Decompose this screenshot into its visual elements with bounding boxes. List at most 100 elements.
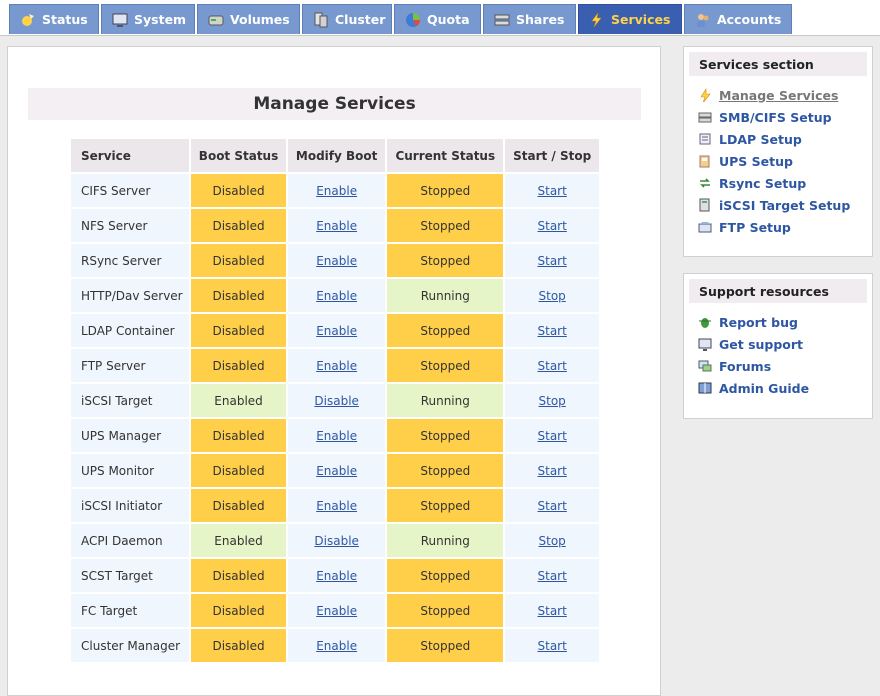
services-link-iscsi-target-setup[interactable]: iSCSI Target Setup <box>698 194 872 216</box>
services-link-manage-services[interactable]: Manage Services <box>698 84 872 106</box>
start-stop-link[interactable]: Start <box>538 604 567 618</box>
boot-status: Disabled <box>191 454 287 487</box>
quota-icon <box>406 12 420 27</box>
start-stop-link[interactable]: Start <box>538 639 567 653</box>
boot-status: Disabled <box>191 419 287 452</box>
tab-cluster[interactable]: Cluster <box>302 4 392 34</box>
tab-shares[interactable]: Shares <box>483 4 576 34</box>
modify-boot-link[interactable]: Enable <box>316 254 357 268</box>
top-tab-bar: Status System Volumes Cluster Quota Shar… <box>0 0 880 36</box>
start-stop-link[interactable]: Stop <box>539 289 566 303</box>
column-header-current-status: Current Status <box>387 139 504 172</box>
modify-boot-link[interactable]: Enable <box>316 604 357 618</box>
start-stop-cell: Start <box>505 349 599 382</box>
modify-boot-link[interactable]: Enable <box>316 464 357 478</box>
table-row: UPS Monitor Disabled Enable Stopped Start <box>71 454 599 487</box>
support-link-forums[interactable]: Forums <box>698 355 872 377</box>
services-link-rsync-setup[interactable]: Rsync Setup <box>698 172 872 194</box>
services-link-ldap-setup[interactable]: LDAP Setup <box>698 128 872 150</box>
start-stop-link[interactable]: Start <box>538 429 567 443</box>
current-status: Stopped <box>387 349 504 382</box>
modify-boot-cell: Enable <box>288 629 386 662</box>
table-row: iSCSI Initiator Disabled Enable Stopped Star… <box>71 489 599 522</box>
tab-status[interactable]: Status <box>9 4 99 34</box>
ups-icon <box>699 155 710 168</box>
modify-boot-link[interactable]: Disable <box>314 394 359 408</box>
modify-boot-link[interactable]: Enable <box>316 219 357 233</box>
column-header-start-stop: Start / Stop <box>505 139 599 172</box>
start-stop-cell: Stop <box>505 524 599 557</box>
tab-label: Accounts <box>717 12 782 27</box>
table-row: CIFS Server Disabled Enable Stopped Start <box>71 174 599 207</box>
boot-status: Disabled <box>191 629 287 662</box>
services-section-title: Services section <box>689 52 867 76</box>
link-label: Forums <box>719 358 772 374</box>
start-stop-link[interactable]: Start <box>538 254 567 268</box>
start-stop-link[interactable]: Stop <box>539 394 566 408</box>
services-link-ftp-setup[interactable]: FTP Setup <box>698 216 872 238</box>
support-link-get-support[interactable]: Get support <box>698 333 872 355</box>
current-status: Stopped <box>387 559 504 592</box>
service-name: Cluster Manager <box>71 629 189 662</box>
start-stop-cell: Start <box>505 594 599 627</box>
ftp-icon <box>698 222 712 233</box>
service-name: ACPI Daemon <box>71 524 189 557</box>
iscsi-icon <box>699 198 710 212</box>
modify-boot-cell: Disable <box>288 524 386 557</box>
table-row: SCST Target Disabled Enable Stopped Start <box>71 559 599 592</box>
services-table: Service Boot Status Modify Boot Current … <box>69 137 601 664</box>
start-stop-cell: Start <box>505 174 599 207</box>
start-stop-link[interactable]: Start <box>538 359 567 373</box>
tab-label: Quota <box>427 12 470 27</box>
table-row: ACPI Daemon Enabled Disable Running Stop <box>71 524 599 557</box>
modify-boot-cell: Enable <box>288 454 386 487</box>
start-stop-link[interactable]: Start <box>538 219 567 233</box>
tab-label: Services <box>611 12 671 27</box>
tab-system[interactable]: System <box>101 4 195 34</box>
modify-boot-link[interactable]: Enable <box>316 429 357 443</box>
start-stop-link[interactable]: Start <box>538 499 567 513</box>
link-label: Get support <box>719 336 804 352</box>
modify-boot-link[interactable]: Enable <box>316 499 357 513</box>
modify-boot-cell: Disable <box>288 384 386 417</box>
modify-boot-link[interactable]: Enable <box>316 359 357 373</box>
modify-boot-link[interactable]: Enable <box>316 184 357 198</box>
table-header-row: Service Boot Status Modify Boot Current … <box>71 139 599 172</box>
start-stop-link[interactable]: Start <box>538 324 567 338</box>
modify-boot-link[interactable]: Enable <box>316 324 357 338</box>
modify-boot-link[interactable]: Enable <box>316 569 357 583</box>
support-link-report-bug[interactable]: Report bug <box>698 311 872 333</box>
modify-boot-cell: Enable <box>288 244 386 277</box>
table-row: LDAP Container Disabled Enable Stopped Start <box>71 314 599 347</box>
smb-cifs-icon <box>698 112 712 123</box>
modify-boot-cell: Enable <box>288 279 386 312</box>
start-stop-link[interactable]: Stop <box>539 534 566 548</box>
modify-boot-cell: Enable <box>288 349 386 382</box>
start-stop-link[interactable]: Start <box>538 184 567 198</box>
service-name: NFS Server <box>71 209 189 242</box>
current-status: Stopped <box>387 489 504 522</box>
link-label: FTP Setup <box>719 219 791 235</box>
column-header-service: Service <box>71 139 189 172</box>
table-row: FTP Server Disabled Enable Stopped Start <box>71 349 599 382</box>
modify-boot-cell: Enable <box>288 594 386 627</box>
modify-boot-link[interactable]: Enable <box>316 639 357 653</box>
rsync-icon <box>700 178 710 188</box>
start-stop-link[interactable]: Start <box>538 569 567 583</box>
start-stop-link[interactable]: Start <box>538 464 567 478</box>
link-label: Report bug <box>719 314 798 330</box>
tab-accounts[interactable]: Accounts <box>684 4 792 34</box>
support-link-admin-guide[interactable]: Admin Guide <box>698 377 872 399</box>
tab-services[interactable]: Services <box>578 4 682 34</box>
start-stop-cell: Stop <box>505 384 599 417</box>
services-link-ups-setup[interactable]: UPS Setup <box>698 150 872 172</box>
modify-boot-link[interactable]: Disable <box>314 534 359 548</box>
modify-boot-link[interactable]: Enable <box>316 289 357 303</box>
forums-icon <box>698 360 712 372</box>
current-status: Stopped <box>387 419 504 452</box>
tab-quota[interactable]: Quota <box>394 4 481 34</box>
tab-volumes[interactable]: Volumes <box>197 4 300 34</box>
boot-status: Disabled <box>191 174 287 207</box>
services-link-smb-cifs-setup[interactable]: SMB/CIFS Setup <box>698 106 872 128</box>
support-resources-panel: Support resources Report bug Get support F… <box>683 273 873 419</box>
